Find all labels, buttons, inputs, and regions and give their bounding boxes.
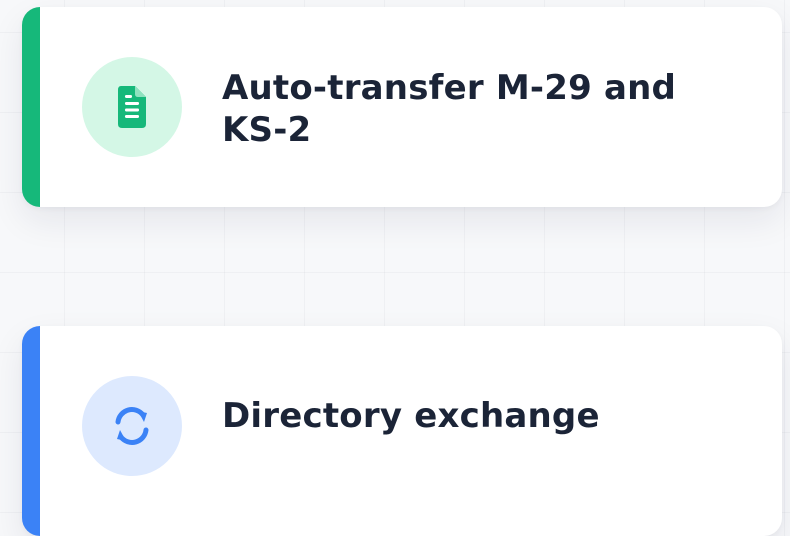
card-title: Directory exchange <box>222 396 600 436</box>
feature-card-auto-transfer[interactable]: Auto-transfer M-29 and KS-2 <box>22 7 782 207</box>
sync-icon-badge <box>82 376 182 476</box>
feature-card-directory-exchange[interactable]: Directory exchange <box>22 326 782 536</box>
card-title: Auto-transfer M-29 and KS-2 <box>222 68 677 150</box>
document-icon <box>118 86 146 128</box>
document-icon-badge <box>82 57 182 157</box>
sync-icon <box>115 407 149 445</box>
